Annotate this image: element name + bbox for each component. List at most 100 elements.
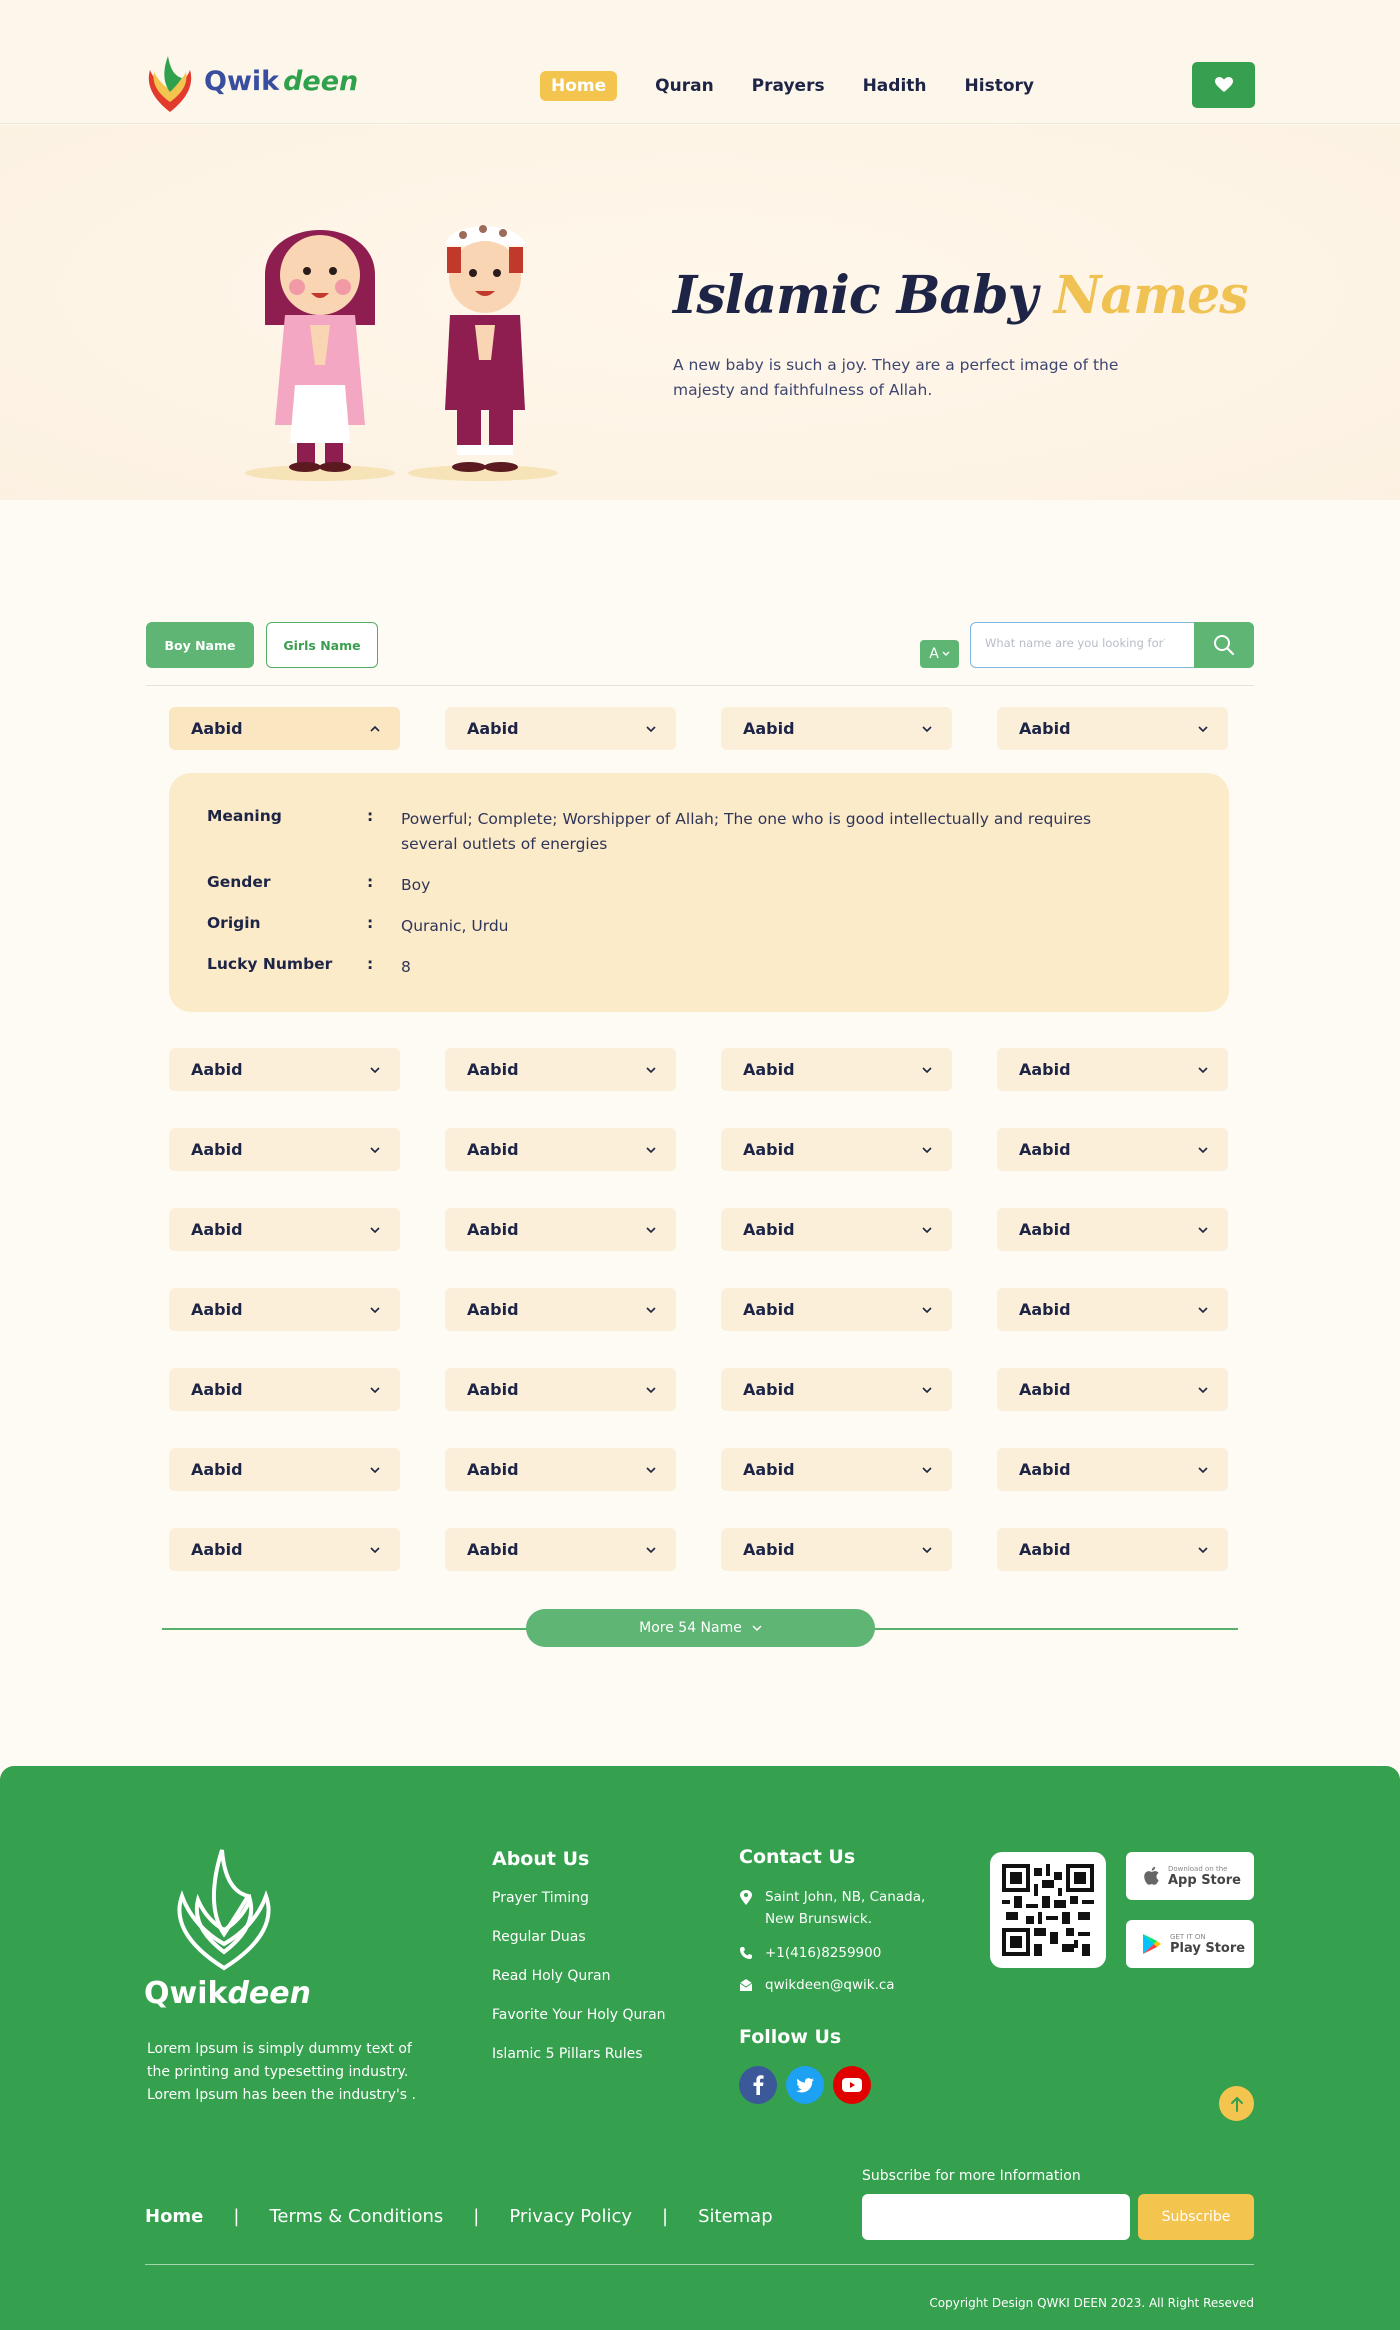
name-item[interactable]: Aabid (997, 1448, 1228, 1491)
play-store-button[interactable]: GET IT ON Play Store (1126, 1920, 1254, 1968)
name-item[interactable]: Aabid (997, 1368, 1228, 1411)
colon: : (367, 873, 374, 891)
about-link-prayer-timing[interactable]: Prayer Timing (492, 1890, 589, 1906)
name-item[interactable]: Aabid (169, 1448, 400, 1491)
address-text: Saint John, NB, Canada, New Brunswick. (765, 1889, 926, 1927)
qr-code (990, 1852, 1106, 1968)
name-item[interactable]: Aabid (169, 1288, 400, 1331)
email-icon (739, 1979, 753, 1991)
filter-divider (146, 685, 1254, 686)
about-link-read-quran[interactable]: Read Holy Quran (492, 1968, 610, 1984)
lucky-number-label: Lucky Number (207, 955, 333, 973)
about-link-5-pillars[interactable]: Islamic 5 Pillars Rules (492, 2046, 643, 2062)
contact-title: Contact Us (739, 1846, 856, 1868)
name-item[interactable]: Aabid (445, 1368, 676, 1411)
letter-select[interactable]: A (920, 640, 959, 668)
kids-illustration (245, 225, 558, 481)
subscribe-button[interactable]: Subscribe (1138, 2194, 1254, 2240)
about-link-favorite-quran[interactable]: Favorite Your Holy Quran (492, 2007, 666, 2023)
name-label: Aabid (467, 1540, 519, 1559)
chevron-down-icon (1198, 1226, 1208, 1233)
name-item[interactable]: Aabid (721, 1128, 952, 1171)
name-item[interactable]: Aabid (997, 1288, 1228, 1331)
facebook-icon[interactable] (739, 2066, 777, 2104)
name-item[interactable]: Aabid (721, 1368, 952, 1411)
name-label: Aabid (191, 1540, 243, 1559)
name-item[interactable]: Aabid (721, 1048, 952, 1091)
app-store-button[interactable]: Download on the App Store (1126, 1852, 1254, 1900)
name-item[interactable]: Aabid (997, 707, 1228, 750)
contact-phone[interactable]: +1(416)8259900 (739, 1942, 881, 1964)
name-item[interactable]: Aabid (997, 1528, 1228, 1571)
footer-logo[interactable]: Qwikdeen (144, 1848, 311, 2011)
meaning-value: Powerful; Complete; Worshipper of Allah;… (401, 810, 1092, 853)
colon: : (367, 955, 374, 973)
name-item[interactable]: Aabid (169, 1048, 400, 1091)
name-item[interactable]: Aabid (445, 707, 676, 750)
name-label: Aabid (467, 1460, 519, 1479)
name-item[interactable]: Aabid (169, 1528, 400, 1571)
nav-history[interactable]: History (965, 70, 1034, 102)
twitter-icon[interactable] (786, 2066, 824, 2104)
chevron-down-icon (922, 1226, 932, 1233)
back-to-top-button[interactable] (1219, 2086, 1254, 2121)
chevron-down-icon (922, 1306, 932, 1313)
name-label: Aabid (1019, 1460, 1071, 1479)
chevron-down-icon (922, 725, 932, 732)
name-item[interactable]: Aabid (721, 707, 952, 750)
footer-nav-home[interactable]: Home (145, 2206, 203, 2227)
search-input[interactable] (985, 636, 1165, 650)
contact-email[interactable]: qwikdeen@qwik.ca (739, 1974, 895, 1996)
hero-title-part2: Names (1053, 265, 1249, 326)
name-label: Aabid (1019, 1140, 1071, 1159)
name-item[interactable]: Aabid (169, 1368, 400, 1411)
qr-code-icon (1002, 1864, 1094, 1956)
nav-prayers[interactable]: Prayers (752, 70, 825, 102)
name-item[interactable]: Aabid (721, 1288, 952, 1331)
footer-nav-sitemap[interactable]: Sitemap (698, 2206, 773, 2227)
phone-icon (740, 1947, 752, 1959)
tab-girls-name[interactable]: Girls Name (266, 622, 378, 668)
gender-value: Boy (401, 876, 431, 894)
nav-quran[interactable]: Quran (655, 70, 714, 102)
name-item[interactable]: Aabid (445, 1208, 676, 1251)
name-item[interactable]: Aabid (721, 1448, 952, 1491)
name-item[interactable]: Aabid (445, 1528, 676, 1571)
logo[interactable]: Qwik deen (144, 48, 358, 114)
name-label: Aabid (191, 1300, 243, 1319)
name-label: Aabid (743, 1060, 795, 1079)
name-item[interactable]: Aabid (169, 707, 400, 750)
name-item[interactable]: Aabid (169, 1128, 400, 1171)
footer-logo-text-deen: deen (227, 1976, 311, 2011)
name-item[interactable]: Aabid (997, 1208, 1228, 1251)
about-link-regular-duas[interactable]: Regular Duas (492, 1929, 586, 1945)
chevron-down-icon (646, 1226, 656, 1233)
name-item[interactable]: Aabid (445, 1128, 676, 1171)
favorites-button[interactable] (1192, 62, 1255, 108)
chevron-down-icon (646, 1066, 656, 1073)
name-item[interactable]: Aabid (445, 1048, 676, 1091)
nav-hadith[interactable]: Hadith (863, 70, 927, 102)
more-names-button[interactable]: More 54 Name (526, 1609, 875, 1647)
tab-boy-name[interactable]: Boy Name (146, 622, 254, 668)
youtube-icon[interactable] (833, 2066, 871, 2104)
name-item[interactable]: Aabid (169, 1208, 400, 1251)
subscribe-email-input[interactable] (862, 2194, 1130, 2240)
name-item[interactable]: Aabid (445, 1448, 676, 1491)
footer-nav-privacy[interactable]: Privacy Policy (509, 2206, 632, 2227)
footer-nav-terms[interactable]: Terms & Conditions (269, 2206, 443, 2227)
arrow-up-icon (1230, 2096, 1243, 2112)
name-label: Aabid (467, 1380, 519, 1399)
name-item[interactable]: Aabid (997, 1048, 1228, 1091)
hero-section: Islamic Baby Names A new baby is such a … (0, 125, 1400, 500)
name-item[interactable]: Aabid (721, 1208, 952, 1251)
name-item[interactable]: Aabid (445, 1288, 676, 1331)
name-item[interactable]: Aabid (997, 1128, 1228, 1171)
heart-icon (1214, 77, 1233, 92)
site-header: Qwik deen Home Quran Prayers Hadith Hist… (0, 0, 1400, 124)
nav-home[interactable]: Home (540, 71, 618, 101)
search-button[interactable] (1194, 621, 1254, 668)
chevron-down-icon (922, 1386, 932, 1393)
name-label: Aabid (743, 1460, 795, 1479)
name-item[interactable]: Aabid (721, 1528, 952, 1571)
